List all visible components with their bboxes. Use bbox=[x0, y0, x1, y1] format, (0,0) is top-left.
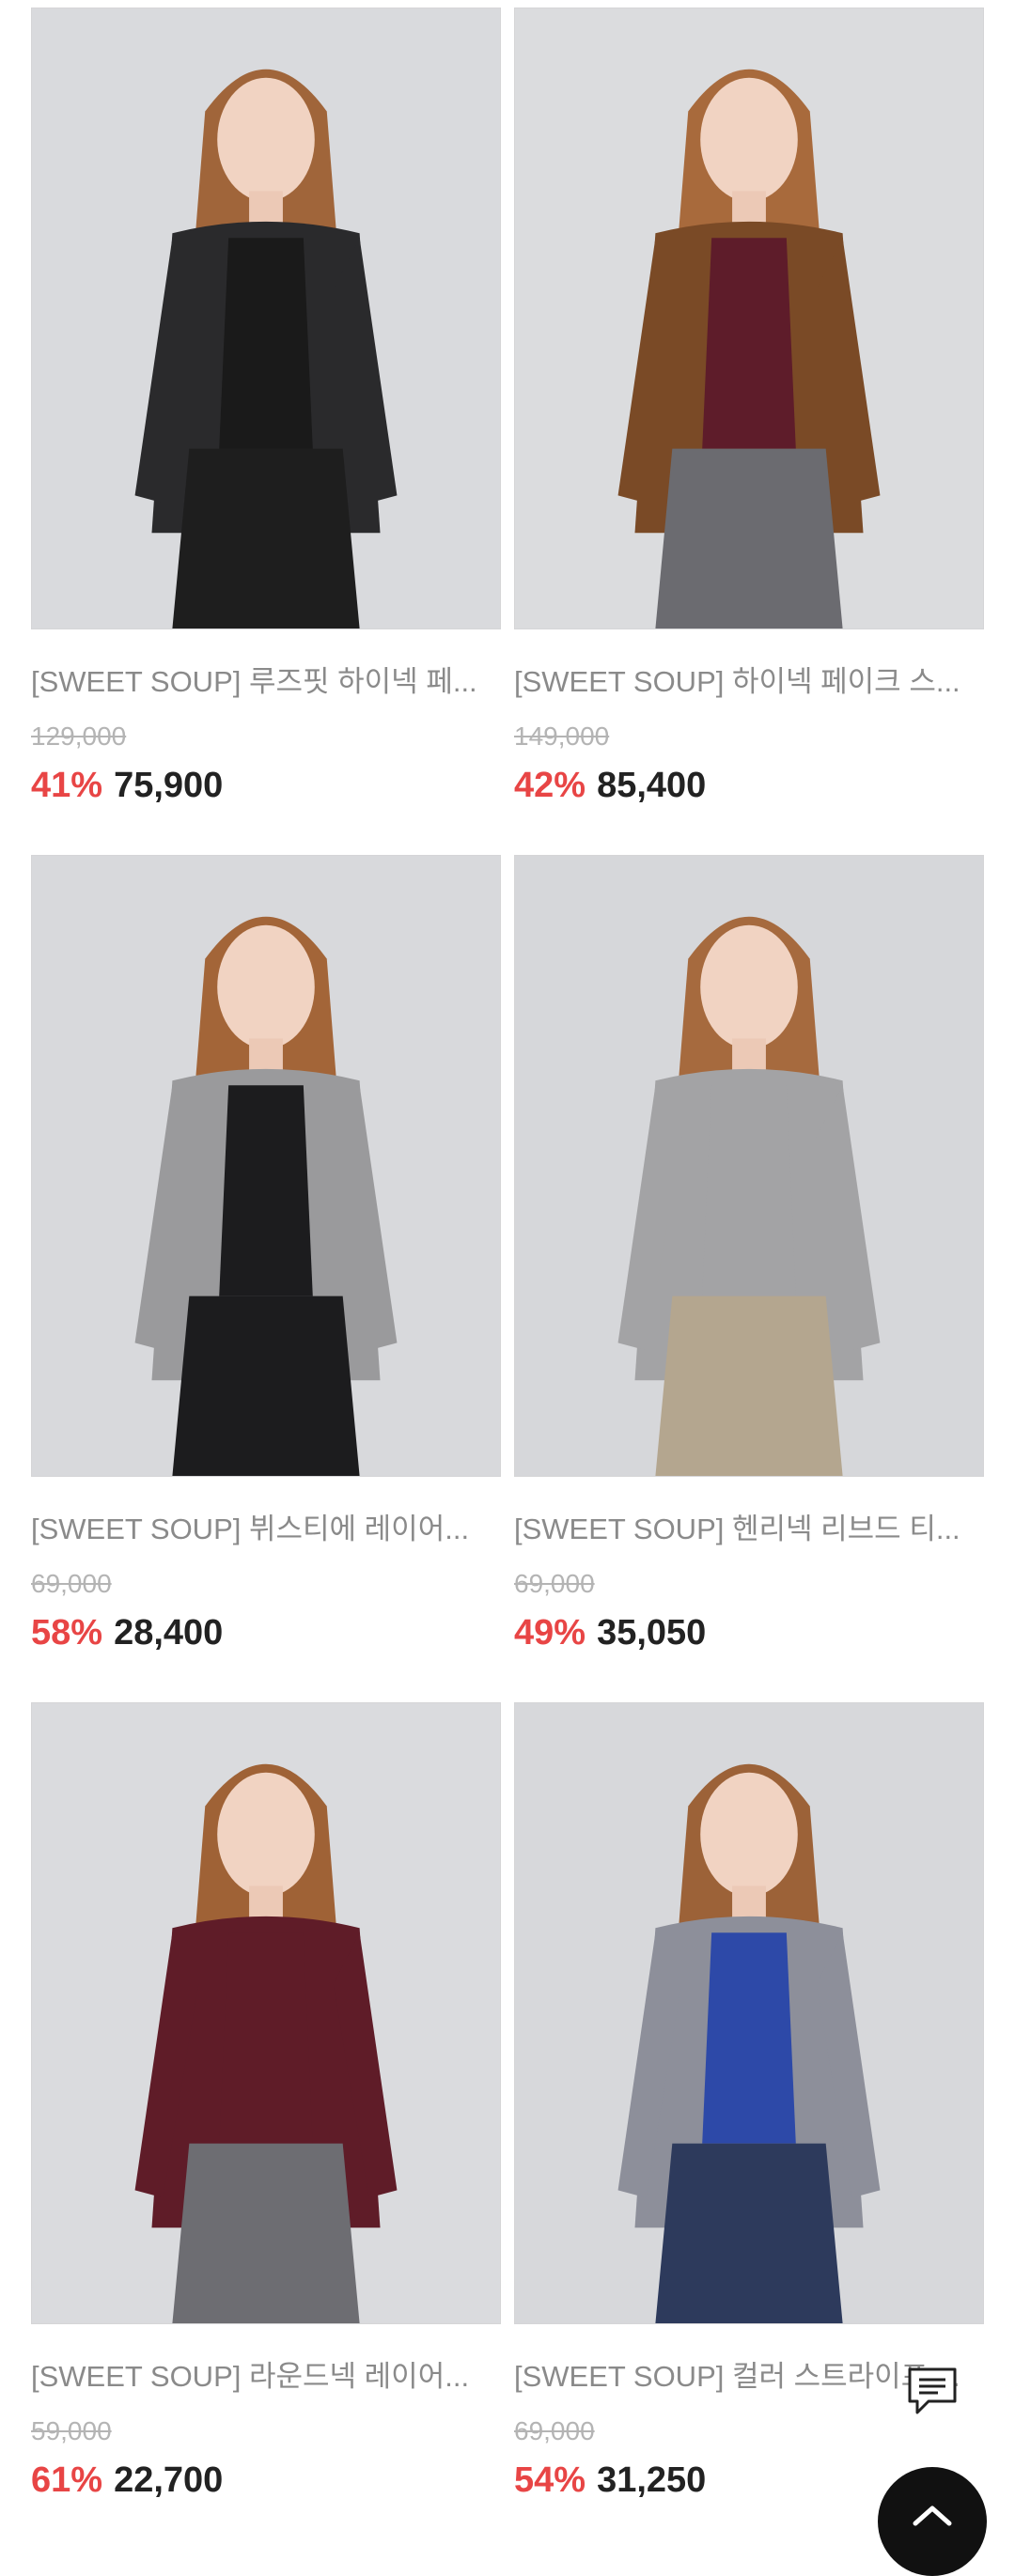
price-line: 42% 85,400 bbox=[514, 766, 706, 806]
scroll-to-top-button[interactable] bbox=[878, 2467, 987, 2576]
product-card[interactable]: [SWEET SOUP] 라운드넥 레이어... 59,000 61% 22,70… bbox=[31, 1695, 501, 2542]
chat-icon bbox=[908, 2367, 957, 2414]
product-title[interactable]: [SWEET SOUP] 뷔스티에 레이어... bbox=[31, 1505, 501, 1547]
discount-rate: 41% bbox=[31, 766, 103, 805]
sale-price: 35,050 bbox=[597, 1613, 707, 1653]
product-image[interactable] bbox=[514, 855, 984, 1477]
price-line: 54% 31,250 bbox=[514, 2460, 706, 2501]
sale-price: 22,700 bbox=[114, 2460, 224, 2500]
original-price: 69,000 bbox=[514, 1569, 595, 1598]
price-line: 41% 75,900 bbox=[31, 766, 223, 806]
discount-rate: 54% bbox=[514, 2460, 586, 2500]
product-card[interactable]: [SWEET SOUP] 루즈핏 하이넥 페... 129,000 41% 75,… bbox=[31, 0, 501, 847]
product-card[interactable]: [SWEET SOUP] 뷔스티에 레이어... 69,000 58% 28,40… bbox=[31, 847, 501, 1695]
product-title[interactable]: [SWEET SOUP] 라운드넥 레이어... bbox=[31, 2352, 501, 2395]
price-line: 49% 35,050 bbox=[514, 1613, 706, 1653]
original-price: 69,000 bbox=[514, 2416, 595, 2445]
sale-price: 75,900 bbox=[114, 766, 224, 805]
discount-rate: 61% bbox=[31, 2460, 103, 2500]
chat-button[interactable] bbox=[904, 2366, 960, 2418]
original-price: 149,000 bbox=[514, 722, 610, 751]
product-image[interactable] bbox=[514, 8, 984, 629]
product-title[interactable]: [SWEET SOUP] 헨리넥 리브드 티... bbox=[514, 1505, 984, 1547]
discount-rate: 58% bbox=[31, 1613, 103, 1653]
discount-rate: 42% bbox=[514, 766, 586, 805]
product-title[interactable]: [SWEET SOUP] 루즈핏 하이넥 페... bbox=[31, 658, 501, 700]
sale-price: 28,400 bbox=[114, 1613, 224, 1653]
original-price: 69,000 bbox=[31, 1569, 112, 1598]
product-image[interactable] bbox=[31, 8, 501, 629]
original-price: 59,000 bbox=[31, 2416, 112, 2445]
product-image[interactable] bbox=[31, 1702, 501, 2324]
product-title[interactable]: [SWEET SOUP] 하이넥 페이크 스... bbox=[514, 658, 984, 700]
original-price: 129,000 bbox=[31, 722, 127, 751]
sale-price: 85,400 bbox=[597, 766, 707, 805]
price-line: 58% 28,400 bbox=[31, 1613, 223, 1653]
price-line: 61% 22,700 bbox=[31, 2460, 223, 2501]
product-grid: [SWEET SOUP] 루즈핏 하이넥 페... 129,000 41% 75,… bbox=[31, 0, 984, 2542]
product-card[interactable]: [SWEET SOUP] 헨리넥 리브드 티... 69,000 49% 35,0… bbox=[514, 847, 984, 1695]
product-card[interactable]: [SWEET SOUP] 하이넥 페이크 스... 149,000 42% 85,… bbox=[514, 0, 984, 847]
sale-price: 31,250 bbox=[597, 2460, 707, 2500]
product-image[interactable] bbox=[31, 855, 501, 1477]
product-image[interactable] bbox=[514, 1702, 984, 2324]
discount-rate: 49% bbox=[514, 1613, 586, 1653]
chevron-up-icon bbox=[913, 2506, 952, 2526]
